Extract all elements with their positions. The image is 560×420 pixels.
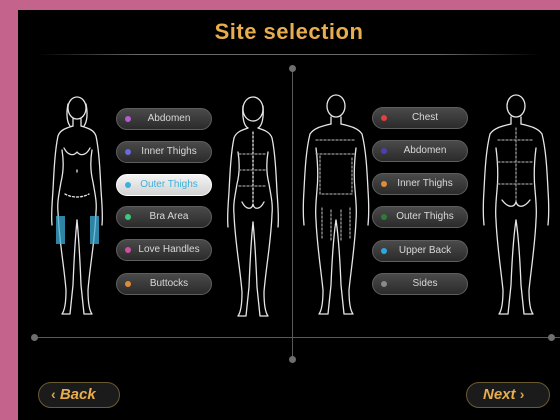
divider-knob <box>289 356 296 363</box>
vertical-divider <box>292 68 293 360</box>
option-label: Sides <box>412 278 438 289</box>
back-button[interactable]: ‹ Back <box>38 382 120 408</box>
outer-thigh-highlight-left <box>56 216 65 244</box>
color-dot <box>125 182 131 188</box>
female-option-love-handles[interactable]: Love Handles <box>116 239 212 261</box>
female-front-figure <box>42 90 112 320</box>
color-dot <box>381 148 387 154</box>
female-option-bra-area[interactable]: Bra Area <box>116 206 212 228</box>
male-option-inner-thighs[interactable]: Inner Thighs <box>372 173 468 195</box>
option-label: Abdomen <box>403 145 447 156</box>
color-dot <box>381 248 387 254</box>
male-option-upper-back[interactable]: Upper Back <box>372 240 468 262</box>
male-option-sides[interactable]: Sides <box>372 273 468 295</box>
option-label: Outer Thighs <box>396 211 454 222</box>
option-label: Outer Thighs <box>140 179 198 190</box>
female-option-outer-thighs[interactable]: Outer Thighs <box>116 174 212 196</box>
option-label: Chest <box>411 112 439 123</box>
color-dot <box>381 181 387 187</box>
chevron-left-icon: ‹ <box>51 386 56 402</box>
male-option-abdomen[interactable]: Abdomen <box>372 140 468 162</box>
female-option-inner-thighs[interactable]: Inner Thighs <box>116 141 212 163</box>
color-dot <box>125 149 131 155</box>
divider-knob <box>548 334 555 341</box>
male-front-figure <box>298 90 374 320</box>
male-option-outer-thighs[interactable]: Outer Thighs <box>372 206 468 228</box>
color-dot <box>381 281 387 287</box>
color-dot <box>125 116 131 122</box>
divider-knob <box>31 334 38 341</box>
horizontal-divider <box>34 337 560 338</box>
option-label: Abdomen <box>147 113 191 124</box>
site-selection-screen: Site selection Abdomen Inner Thighs Oute… <box>18 10 560 420</box>
male-back-figure <box>478 90 554 320</box>
male-option-chest[interactable]: Chest <box>372 107 468 129</box>
next-label: Next <box>483 386 516 403</box>
female-option-buttocks[interactable]: Buttocks <box>116 273 212 295</box>
outer-thigh-highlight-right <box>90 216 99 244</box>
color-dot <box>125 247 131 253</box>
next-button[interactable]: Next › <box>466 382 550 408</box>
option-label: Love Handles <box>138 244 200 255</box>
back-label: Back <box>59 386 96 403</box>
option-label: Inner Thighs <box>141 146 197 157</box>
color-dot <box>125 281 131 287</box>
female-back-figure <box>218 92 288 320</box>
option-label: Upper Back <box>398 245 452 256</box>
color-dot <box>125 214 131 220</box>
chevron-right-icon: › <box>519 386 525 402</box>
color-dot <box>381 115 387 121</box>
option-label: Buttocks <box>149 278 189 289</box>
divider-knob <box>289 65 296 72</box>
title-divider <box>38 54 540 55</box>
page-title: Site selection <box>214 19 364 44</box>
female-option-abdomen[interactable]: Abdomen <box>116 108 212 130</box>
color-dot <box>381 214 387 220</box>
option-label: Inner Thighs <box>397 178 453 189</box>
option-label: Bra Area <box>149 211 189 222</box>
